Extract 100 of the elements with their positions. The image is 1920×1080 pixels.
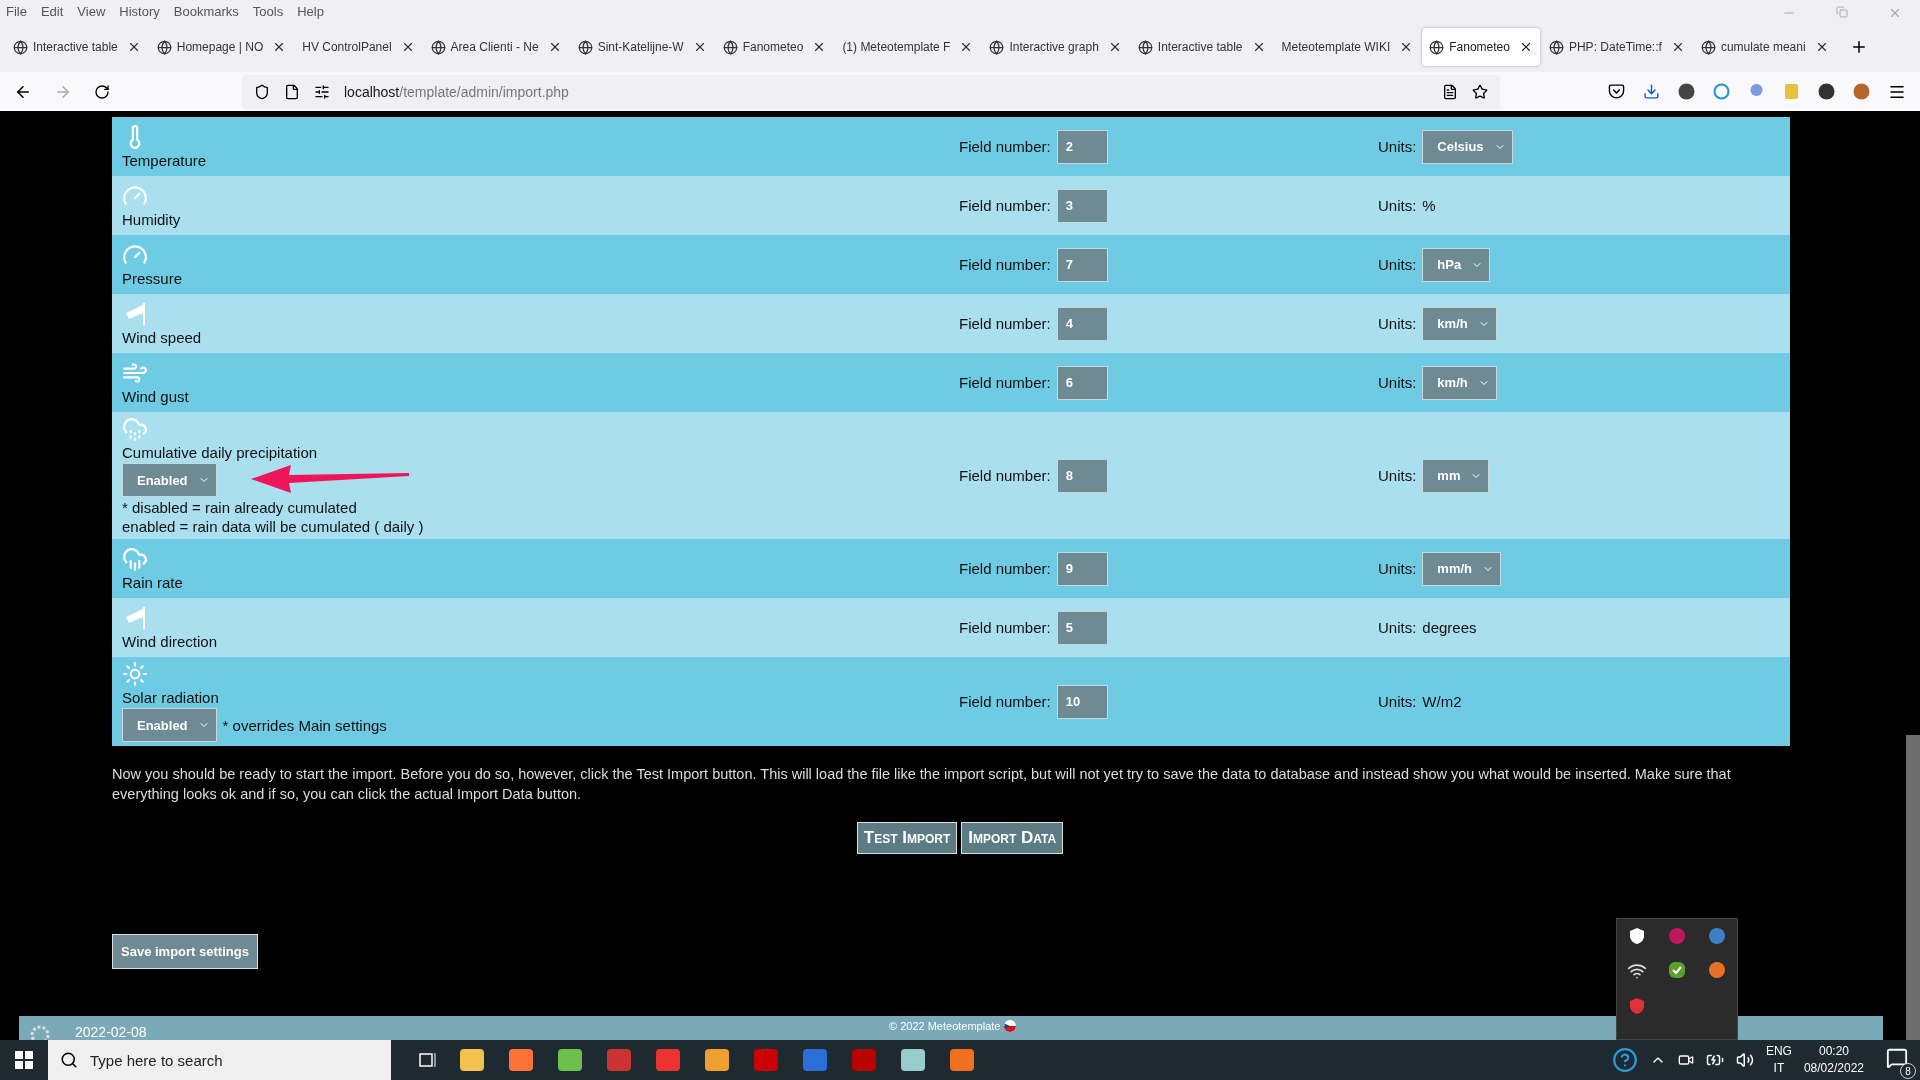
units-value: % [1422,197,1436,214]
save-button[interactable]: Save import settings [112,934,258,969]
toggle-select[interactable]: Enabled [122,708,217,742]
units-select[interactable]: mm/h [1422,551,1501,586]
menu-item[interactable]: Help [297,3,324,19]
units-label: Units: [1378,374,1417,391]
field-number-input[interactable]: 6 [1056,365,1108,400]
menu-item[interactable]: Bookmarks [173,3,239,19]
menu-item[interactable]: Edit [40,3,64,19]
field-number-label: Field number: [959,560,1051,577]
field-name: Cumulative daily precipitation [122,444,318,461]
camera-icon[interactable] [1677,1052,1694,1068]
browser-tab[interactable]: Fanometeo [1422,28,1540,66]
field-number-input[interactable]: 2 [1056,129,1108,164]
search-field[interactable]: Type here to search [88,1050,391,1070]
menu-item[interactable]: View [77,3,106,19]
field-name: Wind speed [122,329,202,346]
menu-item[interactable]: History [119,3,160,19]
copyright-text: © 2022 Meteotemplate [889,1020,1001,1032]
field-name: Rain rate [122,574,183,591]
note-text: * disabled = rain already cumulated [122,499,357,516]
instructions-text: Now you should be ready to start the import. Before you do so, however, click the Test Import button. This will load the file like the import script, but will not yet try to save the data to database and instead show you what would be inserted. Make sure that everything looks ok and if so, you can click the actual Import Data button. [112,765,1732,804]
pocket-icon[interactable] [1608,83,1625,100]
browser-tab[interactable]: HV ControlPanel [295,28,422,66]
toggle-select[interactable]: Enabled [122,463,217,497]
units-label: Units: [1378,138,1417,155]
cookie-icon[interactable] [1853,83,1870,100]
shield-icon[interactable] [1628,927,1646,945]
field-name: Humidity [122,211,181,228]
action-button[interactable]: Import Data [961,822,1064,854]
field-name: Wind gust [122,388,189,405]
field-number-input[interactable]: 5 [1056,610,1108,645]
units-select[interactable]: km/h [1422,365,1497,400]
units-select[interactable]: Celsius [1422,129,1513,164]
field-number-input[interactable]: 9 [1056,551,1108,586]
field-number-label: Field number: [959,693,1051,710]
browser-tab[interactable]: Interactive table [1130,28,1273,66]
windows-icon[interactable] [15,1051,33,1069]
field-name: Temperature [122,152,207,169]
app-icon[interactable] [703,1046,731,1074]
field-number-input[interactable]: 3 [1056,188,1108,223]
browser-tab[interactable]: Interactive table [6,28,148,66]
browser-tab[interactable]: cumulate meani [1693,28,1836,66]
app-icon[interactable] [654,1046,682,1074]
app-icon[interactable] [1708,961,1726,979]
settings-icon[interactable] [314,83,330,100]
units-select[interactable]: hPa [1422,247,1491,282]
notification-icon[interactable] [1886,1047,1908,1069]
help-icon[interactable] [1611,1047,1638,1073]
check-icon[interactable] [1668,961,1686,979]
rain-cloud-icon [122,416,148,442]
field-number-label: Field number: [959,374,1051,391]
app-icon[interactable] [948,1046,976,1074]
task-view-icon[interactable] [417,1051,437,1069]
menu-item[interactable]: File [6,3,27,19]
units-label: Units: [1378,693,1417,710]
menu-item[interactable]: Tools [252,3,284,19]
browser-tab[interactable]: Homepage | NO [149,28,294,66]
units-label: Units: [1378,560,1417,577]
search-icon [60,1051,78,1069]
scrollbar[interactable] [1906,735,1920,1040]
field-number-input[interactable]: 4 [1056,306,1108,341]
flag-icon [1004,1020,1017,1032]
action-button[interactable]: Test Import [856,822,958,854]
clock[interactable]: 00:20 08/02/2022 [1803,1043,1864,1077]
browser-tab[interactable]: Meteotemplate WIKI [1274,28,1421,66]
browser-tab[interactable]: PHP: DateTime::f [1541,28,1692,66]
units-select[interactable]: mm [1422,458,1490,493]
page-icon[interactable] [284,83,300,100]
field-number-label: Field number: [959,315,1051,332]
browser-tab[interactable]: Sint-Katelijne-W [570,28,714,66]
field-number-input[interactable]: 8 [1056,458,1108,493]
wind-icon [122,360,148,386]
download-icon[interactable] [1643,83,1660,100]
reload-icon[interactable] [94,83,110,100]
language-indicator[interactable]: ENG IT [1765,1043,1792,1077]
units-label: Units: [1378,315,1417,332]
wifi-icon[interactable] [1627,961,1647,981]
note-text: * overrides Main settings [222,716,387,734]
field-name: Wind direction [122,633,218,650]
units-label: Units: [1378,619,1417,636]
volume-icon[interactable] [1735,1051,1754,1069]
field-number-input[interactable]: 7 [1056,247,1108,282]
reader-icon[interactable] [1442,83,1458,100]
search-box[interactable]: Type here to search [48,1040,391,1080]
browser-tab[interactable]: Area Clienti - Ne [423,28,569,66]
units-select[interactable]: km/h [1422,306,1497,341]
browser-tab[interactable]: Fanometeo [715,28,834,66]
app-icon[interactable] [605,1046,633,1074]
browser-tab[interactable]: Interactive graph [982,28,1129,66]
field-name: Solar radiation [122,689,219,706]
field-name: Pressure [122,270,183,287]
globe-icon[interactable] [1708,927,1726,945]
star-icon[interactable] [1472,83,1488,100]
extension-icon[interactable] [1818,83,1835,100]
extension-icon[interactable] [1678,83,1695,100]
shield-icon[interactable] [254,83,270,100]
address-bar[interactable]: localhost/template/admin/import.php [242,74,1500,109]
browser-tab[interactable]: (1) Meteotemplate F [835,28,981,66]
field-number-input[interactable]: 10 [1056,684,1108,719]
